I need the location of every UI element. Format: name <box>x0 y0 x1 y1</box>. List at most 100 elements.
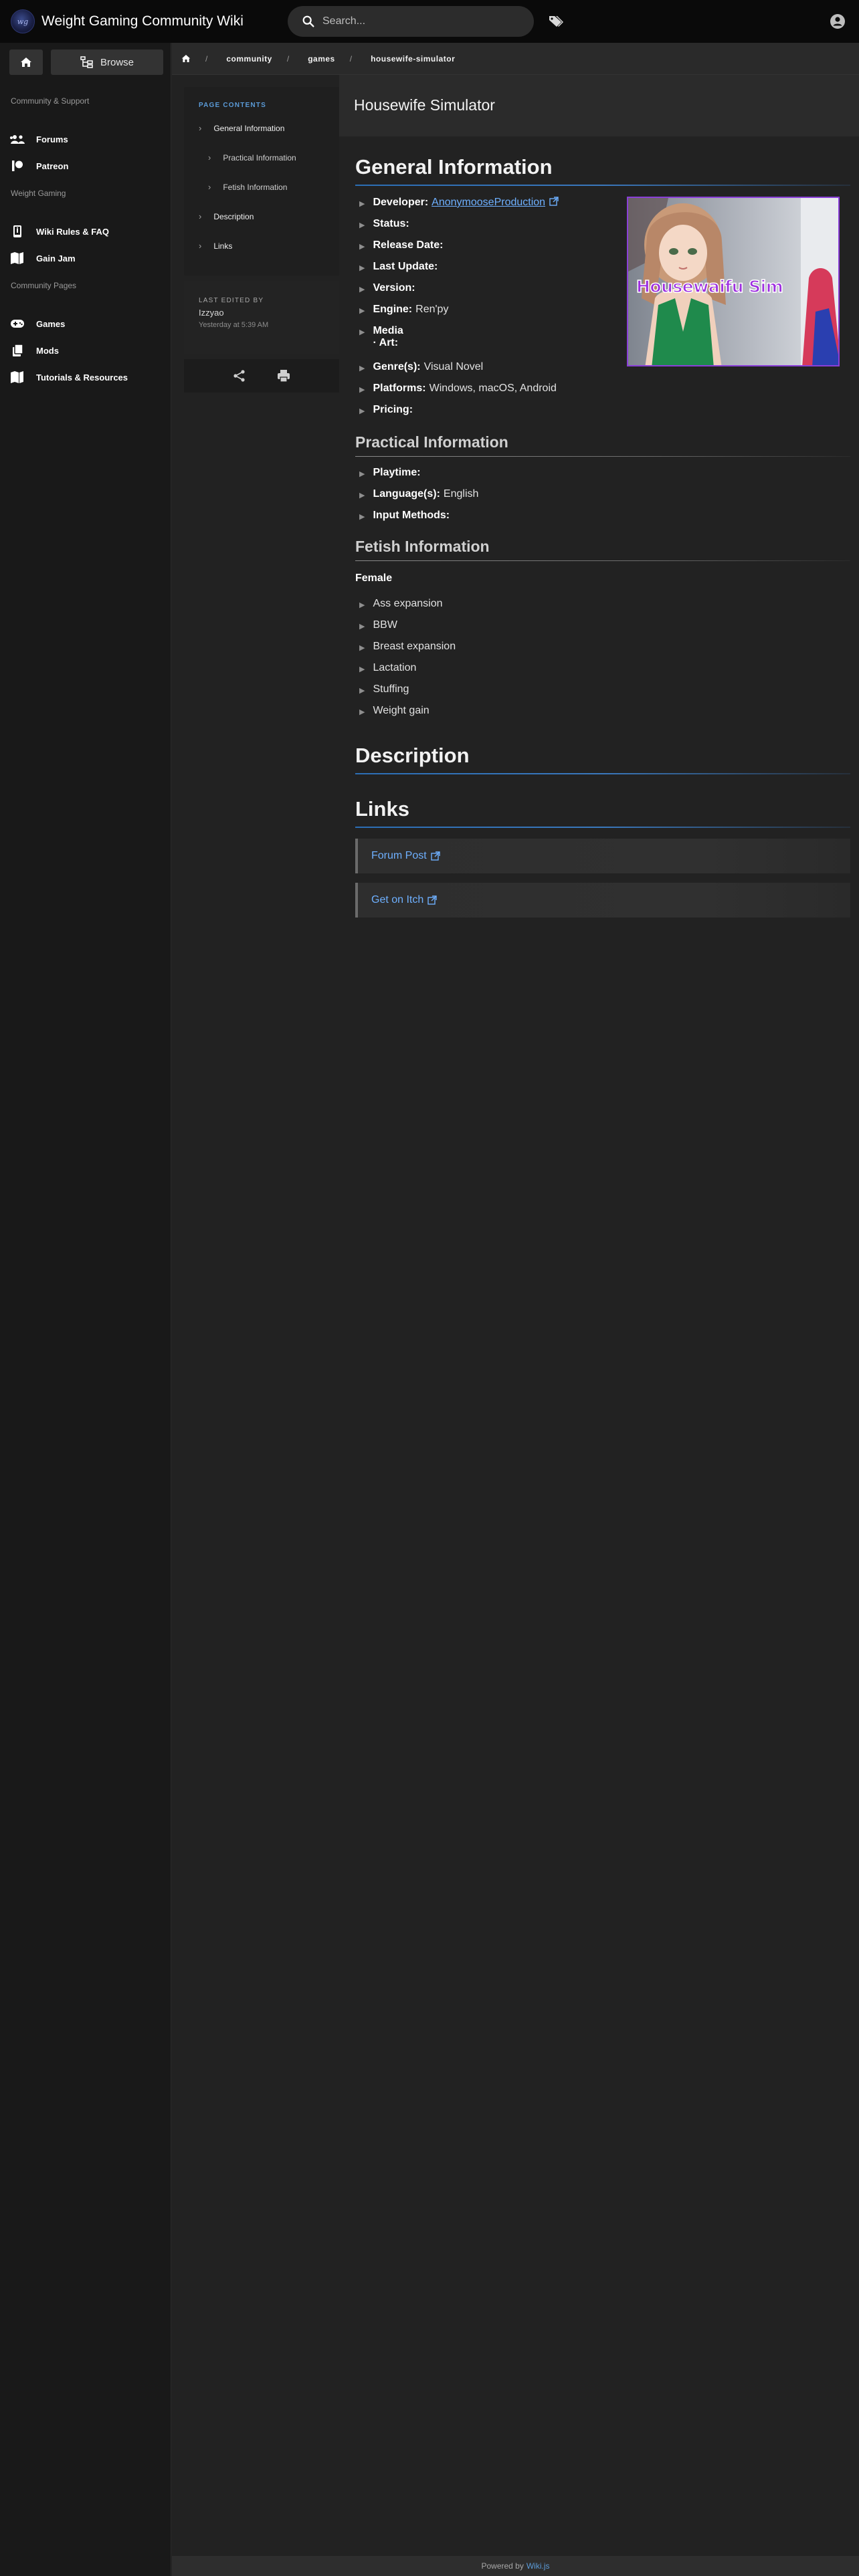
field-label: Version: <box>373 282 415 294</box>
nav-item-label: Games <box>36 318 66 329</box>
toc-item-label: Fetish Information <box>223 182 288 192</box>
list-item-text: Ass expansion <box>373 598 443 609</box>
heading-links: Links <box>355 797 850 828</box>
logo-mark: wg <box>17 17 29 26</box>
nav-item-mods[interactable]: Mods <box>9 341 59 360</box>
bullet-icon: ▶ <box>359 286 365 294</box>
map-icon <box>9 251 25 265</box>
toc-item-description[interactable]: › Description <box>199 211 254 221</box>
nav-item-patreon[interactable]: Patreon <box>9 156 68 175</box>
nav-item-forums[interactable]: Forums <box>9 130 68 148</box>
site-logo[interactable]: wg <box>11 9 35 33</box>
field-platforms: ▶ Platforms: Windows, macOS, Android <box>359 383 557 395</box>
print-icon <box>278 370 290 383</box>
field-value: Windows, macOS, Android <box>429 383 557 394</box>
nav-item-gain-jam[interactable]: Gain Jam <box>9 249 76 267</box>
toc-item-practical[interactable]: › Practical Information <box>208 152 296 163</box>
external-link-icon <box>430 851 440 861</box>
bullet-icon: ▶ <box>359 307 365 315</box>
field-status: ▶ Status: <box>359 218 413 230</box>
chevron-right-icon: › <box>199 241 202 251</box>
footer-engine-link[interactable]: Wiki.js <box>527 2561 550 2571</box>
share-button[interactable] <box>232 368 247 383</box>
toc-item-label: Practical Information <box>223 152 296 163</box>
nav-item-label: Patreon <box>36 160 69 171</box>
bullet-icon: ▶ <box>359 665 365 673</box>
nav-item-label: Mods <box>36 345 59 356</box>
toc-item-fetish[interactable]: › Fetish Information <box>208 182 287 192</box>
breadcrumb: / community / games / housewife-simulato… <box>172 43 859 75</box>
cover-image[interactable]: Housewaifu Sim <box>627 197 840 366</box>
breadcrumb-community[interactable]: community <box>226 54 272 64</box>
field-last-update: ▶ Last Update: <box>359 261 441 273</box>
field-label: Input Methods: <box>373 510 450 521</box>
heading-text: Fetish Information <box>355 538 490 555</box>
breadcrumb-current-page[interactable]: housewife-simulator <box>371 54 455 64</box>
page-actions <box>184 359 339 393</box>
field-languages: ▶ Language(s): English <box>359 488 478 500</box>
people-icon <box>9 132 25 146</box>
bullet-icon: ▶ <box>359 644 365 652</box>
nav-header-community-pages: Community Pages <box>11 281 77 290</box>
bullet-icon: ▶ <box>359 364 365 372</box>
toc-heading: PAGE CONTENTS <box>199 102 266 109</box>
search-input[interactable] <box>322 15 523 27</box>
field-label: Media <box>373 325 403 336</box>
field-value: English <box>443 488 479 500</box>
link-forum-post[interactable]: Forum Post <box>355 839 850 873</box>
nav-item-tutorials[interactable]: Tutorials & Resources <box>9 368 128 387</box>
external-link-icon <box>427 895 437 905</box>
list-item: ▶ Lactation <box>359 662 416 674</box>
nav-item-label: Gain Jam <box>36 253 76 263</box>
print-button[interactable] <box>276 368 291 383</box>
site-title[interactable]: Weight Gaming Community Wiki <box>41 13 244 29</box>
field-version: ▶ Version: <box>359 282 419 294</box>
nav-item-games[interactable]: Games <box>9 314 65 333</box>
field-engine: ▶ Engine: Ren'py <box>359 304 448 316</box>
link-text[interactable]: Forum Post <box>371 850 427 862</box>
nav-item-wiki-rules[interactable]: Wiki Rules & FAQ <box>9 222 109 241</box>
external-link-icon <box>549 197 559 206</box>
tags-icon[interactable] <box>547 13 565 29</box>
last-edited-heading: LAST EDITED BY <box>199 297 264 304</box>
home-icon[interactable] <box>181 54 191 63</box>
search-icon <box>302 15 314 27</box>
field-pricing: ▶ Pricing: <box>359 404 416 416</box>
heading-rule <box>355 827 850 828</box>
field-label: Playtime: <box>373 467 421 478</box>
field-label: Status: <box>373 218 409 229</box>
media-block: Media · Art: <box>373 325 406 349</box>
toc-item-links[interactable]: › Links <box>199 241 232 251</box>
home-button[interactable] <box>9 49 43 75</box>
breadcrumb-games[interactable]: games <box>308 54 335 64</box>
heading-text: General Information <box>355 155 553 179</box>
field-value: Visual Novel <box>423 361 484 372</box>
list-item: ▶ Ass expansion <box>359 598 443 610</box>
list-item-text: BBW <box>373 619 397 631</box>
field-release-date: ▶ Release Date: <box>359 239 446 251</box>
gamepad-icon <box>9 317 25 330</box>
bullet-icon: ▶ <box>359 687 365 695</box>
browse-label: Browse <box>100 56 134 68</box>
link-get-on-itch[interactable]: Get on Itch <box>355 883 850 918</box>
bullet-icon: ▶ <box>359 200 365 208</box>
link-text[interactable]: Get on Itch <box>371 894 423 906</box>
nav-header-community-support: Community & Support <box>11 96 90 106</box>
bullet-icon: ▶ <box>359 708 365 716</box>
bullet-icon: ▶ <box>359 513 365 521</box>
nav-item-label: Wiki Rules & FAQ <box>36 226 109 237</box>
left-navigation: Browse Community & Support Forums Patreo… <box>0 43 171 2576</box>
bullet-icon: ▶ <box>359 623 365 631</box>
patreon-icon <box>9 159 25 173</box>
breadcrumb-separator: / <box>286 53 290 64</box>
heading-general-information: General Information <box>355 155 850 186</box>
developer-link[interactable]: AnonymooseProduction <box>432 197 545 209</box>
last-edited-time: Yesterday at 5:39 AM <box>199 321 269 329</box>
account-icon[interactable] <box>830 13 846 29</box>
search-bar[interactable] <box>288 6 534 37</box>
field-label: Developer: <box>373 197 429 208</box>
browse-button[interactable]: Browse <box>51 49 163 75</box>
toc-item-general[interactable]: › General Information <box>199 123 284 133</box>
page-contents: PAGE CONTENTS › General Information › Prac… <box>184 87 339 276</box>
toc-item-label: Links <box>213 241 233 251</box>
